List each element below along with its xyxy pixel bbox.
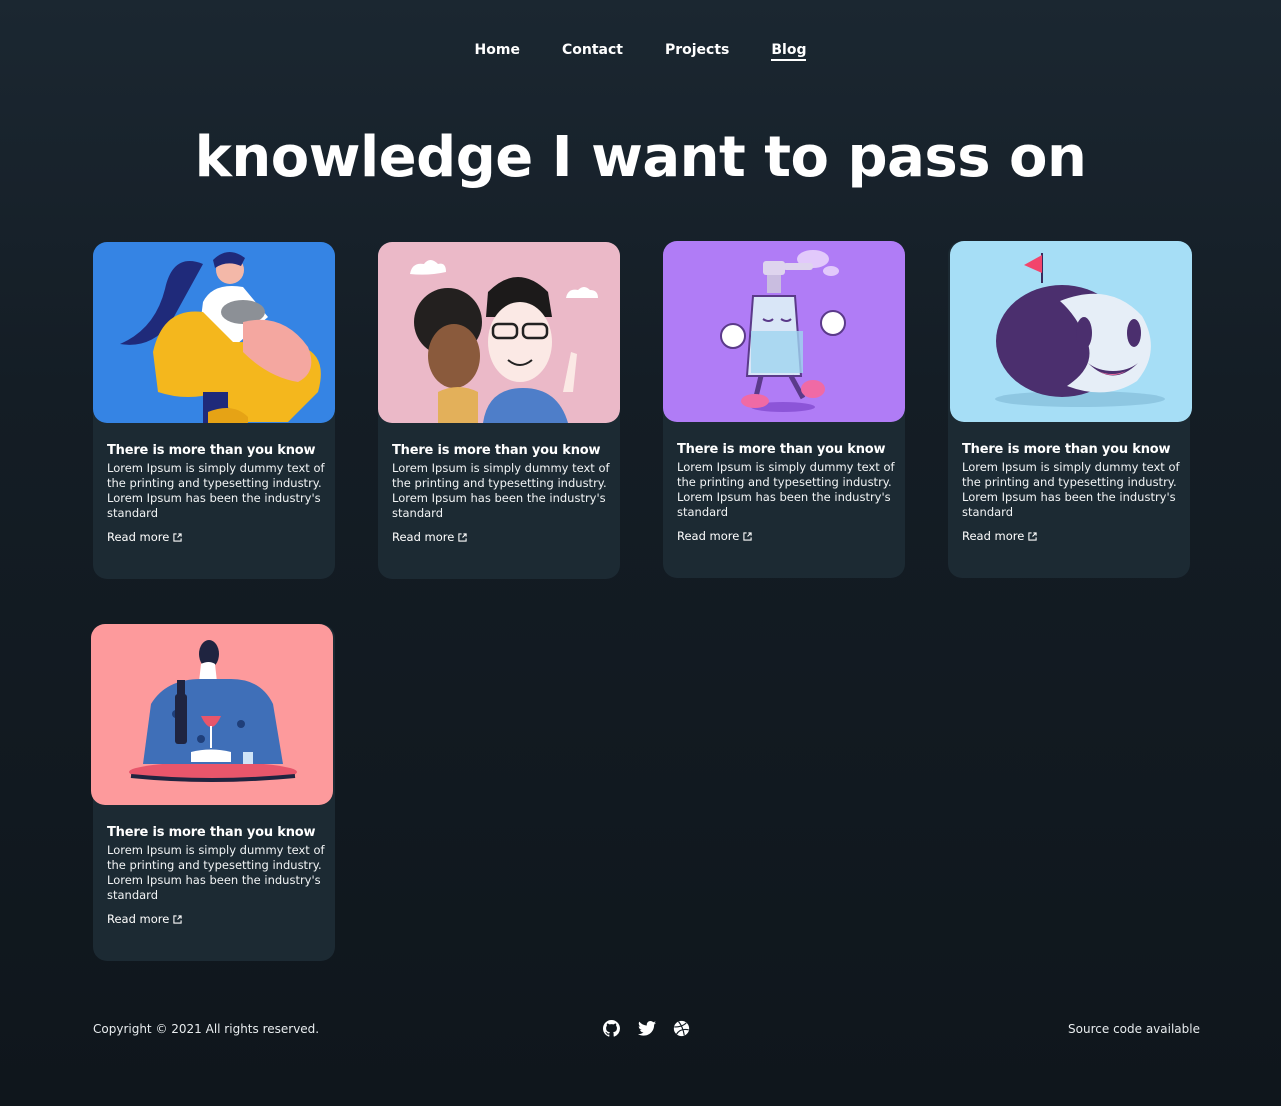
dribbble-icon[interactable]: [673, 1020, 690, 1037]
source-code-link[interactable]: Source code available: [1068, 1022, 1200, 1036]
external-link-icon: [173, 532, 182, 542]
social-links: [603, 1020, 690, 1037]
card-title: There is more than you know: [107, 825, 316, 840]
blog-card: There is more than you know Lorem Ipsum …: [948, 241, 1192, 578]
card-image-woman-with-wine[interactable]: [91, 624, 333, 805]
card-excerpt: Lorem Ipsum is simply dummy text of the …: [392, 461, 610, 520]
card-image-smiling-blob[interactable]: [950, 241, 1192, 422]
nav-blog[interactable]: Blog: [750, 40, 827, 61]
read-more-link[interactable]: Read more: [677, 529, 752, 543]
copyright-text: Copyright © 2021 All rights reserved.: [93, 1022, 320, 1036]
card-title: There is more than you know: [107, 443, 316, 458]
blog-card: There is more than you know Lorem Ipsum …: [378, 242, 620, 579]
card-title: There is more than you know: [677, 442, 886, 457]
card-image-girl-with-cat[interactable]: [93, 242, 335, 423]
card-excerpt: Lorem Ipsum is simply dummy text of the …: [107, 843, 325, 902]
read-more-label: Read more: [962, 529, 1025, 543]
nav-projects[interactable]: Projects: [644, 40, 750, 60]
card-image-couple-selfie[interactable]: [378, 242, 620, 423]
read-more-label: Read more: [107, 912, 170, 926]
card-title: There is more than you know: [962, 442, 1171, 457]
twitter-icon[interactable]: [638, 1020, 656, 1037]
card-title: There is more than you know: [392, 443, 601, 458]
github-icon[interactable]: [603, 1020, 620, 1037]
external-link-icon: [458, 532, 467, 542]
card-image-soap-bottle[interactable]: [663, 241, 905, 422]
read-more-link[interactable]: Read more: [107, 530, 182, 544]
external-link-icon: [1028, 531, 1037, 541]
read-more-label: Read more: [677, 529, 740, 543]
card-excerpt: Lorem Ipsum is simply dummy text of the …: [677, 460, 895, 519]
nav-contact[interactable]: Contact: [541, 40, 644, 60]
read-more-link[interactable]: Read more: [107, 912, 182, 926]
read-more-label: Read more: [107, 530, 170, 544]
page-title: knowledge I want to pass on: [194, 125, 1087, 190]
blog-card: There is more than you know Lorem Ipsum …: [663, 241, 905, 578]
read-more-link[interactable]: Read more: [962, 529, 1037, 543]
card-excerpt: Lorem Ipsum is simply dummy text of the …: [962, 460, 1180, 519]
nav-home[interactable]: Home: [454, 40, 541, 60]
blog-card: There is more than you know Lorem Ipsum …: [93, 242, 335, 579]
read-more-link[interactable]: Read more: [392, 530, 467, 544]
external-link-icon: [743, 531, 752, 541]
external-link-icon: [173, 914, 182, 924]
main-nav: Home Contact Projects Blog: [0, 40, 1281, 61]
read-more-label: Read more: [392, 530, 455, 544]
blog-card: There is more than you know Lorem Ipsum …: [91, 624, 335, 961]
card-excerpt: Lorem Ipsum is simply dummy text of the …: [107, 461, 325, 520]
